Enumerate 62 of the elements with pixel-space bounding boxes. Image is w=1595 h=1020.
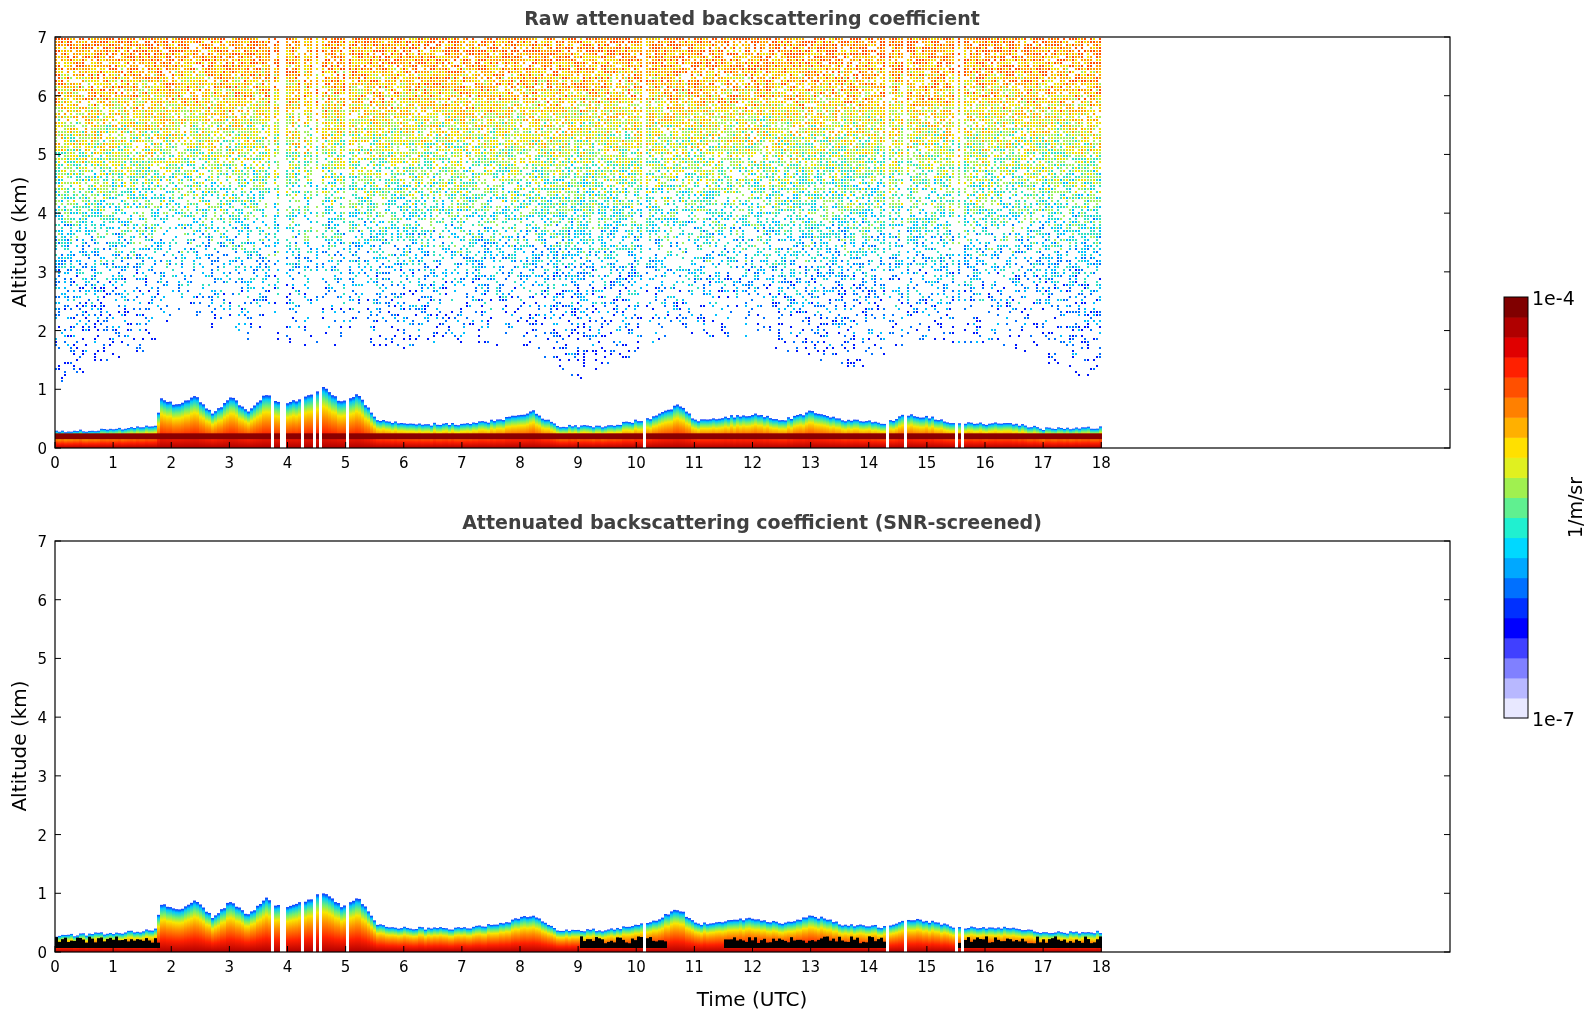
tick-label: 2 (37, 826, 47, 845)
chart-title: Attenuated backscattering coefficient (SNR-screened) (462, 511, 1042, 533)
tick-label: 1 (37, 885, 47, 904)
tick-label: 7 (457, 454, 467, 472)
tick-label: 2 (166, 454, 176, 472)
tick-label: 14 (859, 454, 879, 472)
tick-label: 7 (457, 958, 467, 976)
tick-label: 0 (50, 454, 60, 472)
tick-label: 2 (166, 958, 176, 976)
tick-label: 0 (37, 944, 47, 962)
tick-label: 11 (684, 958, 704, 976)
tick-label: 18 (1091, 958, 1111, 976)
tick-label: 8 (515, 454, 525, 472)
chart-title: Raw attenuated backscattering coefficient (524, 7, 980, 29)
tick-label: 13 (801, 454, 821, 472)
tick-label: 3 (37, 263, 47, 282)
tick-label: 4 (37, 205, 47, 224)
tick-label: 12 (742, 958, 763, 976)
tick-label: 5 (37, 146, 47, 165)
axis-label: Altitude (km) (7, 680, 31, 812)
tick-label: 15 (917, 958, 937, 976)
tick-label: 14 (859, 958, 879, 976)
tick-label: 1 (108, 454, 118, 472)
tick-label: 0 (50, 958, 60, 976)
tick-label: 5 (340, 958, 351, 976)
colorbar-title: 1/m/sr (1564, 476, 1586, 539)
tick-label: 15 (917, 454, 937, 472)
tick-label: 13 (801, 958, 821, 976)
tick-label: 0 (37, 440, 47, 458)
tick-label: 17 (1033, 958, 1053, 976)
tick-label: 6 (399, 958, 409, 976)
tick-label: 6 (37, 87, 47, 106)
tick-label: 10 (626, 958, 646, 976)
tick-label: 5 (37, 650, 47, 669)
tick-label: 4 (282, 454, 293, 472)
tick-label: 17 (1033, 454, 1053, 472)
tick-label: 3 (224, 958, 235, 976)
tick-label: 16 (975, 958, 995, 976)
tick-label: 1 (108, 958, 118, 976)
tick-label: 7 (37, 533, 47, 551)
tick-label: 10 (626, 454, 646, 472)
tick-label: 9 (573, 958, 583, 976)
tick-label: 6 (399, 454, 409, 472)
tick-label: 3 (37, 767, 47, 786)
tick-label: 9 (573, 454, 583, 472)
colorbar-label: 1e-4 (1532, 287, 1575, 309)
colorbar-label: 1e-7 (1532, 708, 1575, 730)
tick-label: 5 (340, 454, 351, 472)
tick-label: 12 (742, 454, 763, 472)
tick-label: 4 (37, 709, 47, 728)
tick-label: 1 (37, 381, 47, 400)
tick-label: 7 (37, 29, 47, 47)
tick-label: 18 (1091, 454, 1111, 472)
tick-label: 6 (37, 591, 47, 610)
axis-label: Altitude (km) (7, 176, 31, 308)
tick-label: 4 (282, 958, 293, 976)
tick-label: 2 (37, 322, 47, 341)
tick-label: 3 (224, 454, 235, 472)
tick-label: 16 (975, 454, 995, 472)
axis-label: Time (UTC) (696, 987, 808, 1011)
tick-label: 11 (684, 454, 704, 472)
tick-label: 8 (515, 958, 525, 976)
